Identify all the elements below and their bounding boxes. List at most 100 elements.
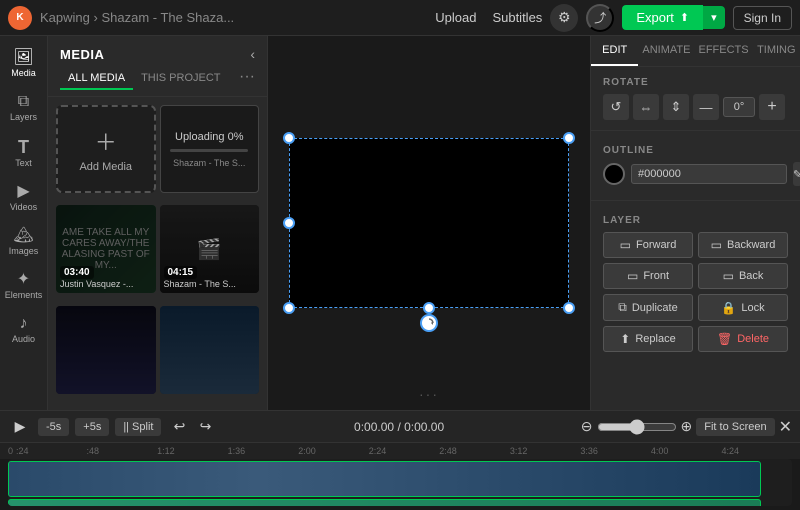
zoom-slider[interactable] xyxy=(597,419,677,435)
media-thumb-4[interactable] xyxy=(160,306,260,394)
thumb-duration-2: 04:15 xyxy=(164,266,198,279)
split-button[interactable]: || Split xyxy=(115,418,161,436)
zoom-in-button[interactable]: ⊕ xyxy=(681,418,693,435)
ruler-marks: :24 :48 1:12 1:36 2:00 2:24 2:48 3:12 3:… xyxy=(16,446,792,456)
collapse-panel-button[interactable]: ‹ xyxy=(250,46,255,62)
rotate-ccw-button[interactable]: ↺ xyxy=(603,94,629,120)
duplicate-icon: ⧉ xyxy=(618,300,627,315)
tab-timing[interactable]: TIMING xyxy=(753,36,800,66)
canvas-dots: ··· xyxy=(419,386,439,402)
audio-icon: ♪ xyxy=(20,316,28,332)
tab-animate[interactable]: ANIMATE xyxy=(638,36,694,66)
backward-button[interactable]: ▭ Backward xyxy=(698,232,788,258)
outline-edit-button[interactable]: ✎ xyxy=(793,162,800,186)
flip-h-button[interactable]: ⇔ xyxy=(633,94,659,120)
rotate-plus-button[interactable]: + xyxy=(759,94,785,120)
delete-button[interactable]: 🗑 Delete xyxy=(698,326,788,352)
redo-button[interactable]: ↪ xyxy=(193,415,217,439)
sidebar-item-label: Layers xyxy=(10,112,37,122)
sidebar-item-layers[interactable]: ⧉ Layers xyxy=(2,88,46,128)
handle-bottom-left[interactable] xyxy=(283,302,295,314)
lock-button[interactable]: 🔒 Lock xyxy=(698,294,788,321)
text-icon: T xyxy=(18,138,29,156)
media-more-options[interactable]: ··· xyxy=(239,68,255,90)
forward-button[interactable]: ▭ Forward xyxy=(603,232,693,258)
topbar-icons: ⚙ ⤴ xyxy=(550,4,614,32)
outline-hex-input[interactable] xyxy=(631,164,787,184)
handle-top-left[interactable] xyxy=(283,132,295,144)
flip-v-button[interactable]: ⇕ xyxy=(663,94,689,120)
sidebar-item-label: Images xyxy=(9,246,39,256)
sidebar-item-elements[interactable]: ✦ Elements xyxy=(2,266,46,306)
add-media-icon: ＋ xyxy=(95,125,117,157)
rotate-minus-button[interactable]: — xyxy=(693,94,719,120)
sidebar-item-text[interactable]: T Text xyxy=(2,132,46,174)
media-grid: ＋ Add Media Uploading 0% Shazam - The S.… xyxy=(48,97,267,410)
back-button[interactable]: ▭ Back xyxy=(698,263,788,289)
settings-icon[interactable]: ⚙ xyxy=(550,4,578,32)
duplicate-button[interactable]: ⧉ Duplicate xyxy=(603,294,693,321)
sidebar-item-media[interactable]: 🖼 Media xyxy=(2,44,46,84)
tab-all-media[interactable]: ALL MEDIA xyxy=(60,68,133,90)
uploading-thumb: Uploading 0% Shazam - The S... xyxy=(160,105,260,193)
layers-icon: ⧉ xyxy=(18,94,29,110)
layer-buttons-grid: ▭ Forward ▭ Backward ▭ Front ▭ Back ⧉ xyxy=(603,232,788,352)
close-timeline-button[interactable]: ✕ xyxy=(779,417,792,437)
upload-nav[interactable]: Upload xyxy=(435,10,476,25)
bottom-timeline: ▶ -5s +5s || Split ↩ ↪ 0:00.00 / 0:00.00… xyxy=(0,410,800,510)
zoom-out-button[interactable]: ⊖ xyxy=(581,418,593,435)
export-group: Export ⬆ ▾ xyxy=(622,5,724,30)
outline-section: OUTLINE ✎ − + xyxy=(591,135,800,196)
media-thumb-3[interactable] xyxy=(56,306,156,394)
audio-track[interactable] xyxy=(8,499,761,506)
play-button[interactable]: ▶ xyxy=(8,415,32,439)
media-panel-header: MEDIA ‹ xyxy=(48,36,267,68)
front-button[interactable]: ▭ Front xyxy=(603,263,693,289)
skip-back-button[interactable]: -5s xyxy=(38,418,69,436)
export-button[interactable]: Export ⬆ xyxy=(622,5,703,30)
kapwing-logo: K xyxy=(8,6,32,30)
upload-progress-bar xyxy=(170,149,248,152)
topbar-nav: Upload Subtitles xyxy=(435,10,542,25)
canvas-area: ··· xyxy=(268,36,590,410)
canvas-content[interactable] xyxy=(289,138,569,308)
undo-button[interactable]: ↩ xyxy=(167,415,191,439)
handle-bottom-right[interactable] xyxy=(563,302,575,314)
divider-2 xyxy=(591,200,800,201)
right-panel: EDIT ANIMATE EFFECTS TIMING ROTATE ↺ ⇔ ⇕… xyxy=(590,36,800,410)
main-content: 🖼 Media ⧉ Layers T Text ▶ Videos 🏔 Image… xyxy=(0,36,800,410)
outline-color-swatch[interactable] xyxy=(603,163,625,185)
add-media-button[interactable]: ＋ Add Media xyxy=(56,105,156,193)
handle-mid-left[interactable] xyxy=(283,217,295,229)
rotate-handle[interactable] xyxy=(420,314,438,332)
skip-fwd-button[interactable]: +5s xyxy=(75,418,109,436)
time-display: 0:00.00 / 0:00.00 xyxy=(223,420,574,434)
video-track[interactable] xyxy=(8,461,761,497)
fit-to-screen-button[interactable]: Fit to Screen xyxy=(696,418,774,436)
tab-this-project[interactable]: THIS PROJECT xyxy=(133,68,228,90)
subtitles-nav[interactable]: Subtitles xyxy=(492,10,542,25)
media-thumb-2[interactable]: 🎬 04:15 Shazam - The S... xyxy=(160,205,260,293)
thumb-overlay-1: 03:40 Justin Vasquez -... xyxy=(56,205,156,293)
timeline-ruler: 0 :24 :48 1:12 1:36 2:00 2:24 2:48 3:12 … xyxy=(0,443,800,459)
ruler-mark-1: :48 xyxy=(87,446,158,456)
tab-edit[interactable]: EDIT xyxy=(591,36,638,66)
sidebar-item-audio[interactable]: ♪ Audio xyxy=(2,310,46,350)
ruler-mark-7: 3:12 xyxy=(510,446,581,456)
rotate-value-input[interactable] xyxy=(723,97,755,117)
share-icon[interactable]: ⤴ xyxy=(586,4,614,32)
handle-bottom-mid[interactable] xyxy=(423,302,435,314)
media-thumb-1[interactable]: AME TAKE ALL MY CARES AWAY/THE ALASING P… xyxy=(56,205,156,293)
track-border xyxy=(8,461,761,497)
ruler-mark-3: 1:36 xyxy=(228,446,299,456)
timeline-track[interactable] xyxy=(8,459,792,506)
replace-button[interactable]: ⬆ Replace xyxy=(603,326,693,352)
tab-effects[interactable]: EFFECTS xyxy=(694,36,752,66)
sidebar-item-images[interactable]: 🏔 Images xyxy=(2,222,46,262)
split-icon: || xyxy=(123,421,129,433)
export-dropdown-button[interactable]: ▾ xyxy=(703,6,725,29)
add-media-label: Add Media xyxy=(79,161,132,173)
handle-top-right[interactable] xyxy=(563,132,575,144)
signin-button[interactable]: Sign In xyxy=(733,6,792,30)
sidebar-item-videos[interactable]: ▶ Videos xyxy=(2,178,46,218)
